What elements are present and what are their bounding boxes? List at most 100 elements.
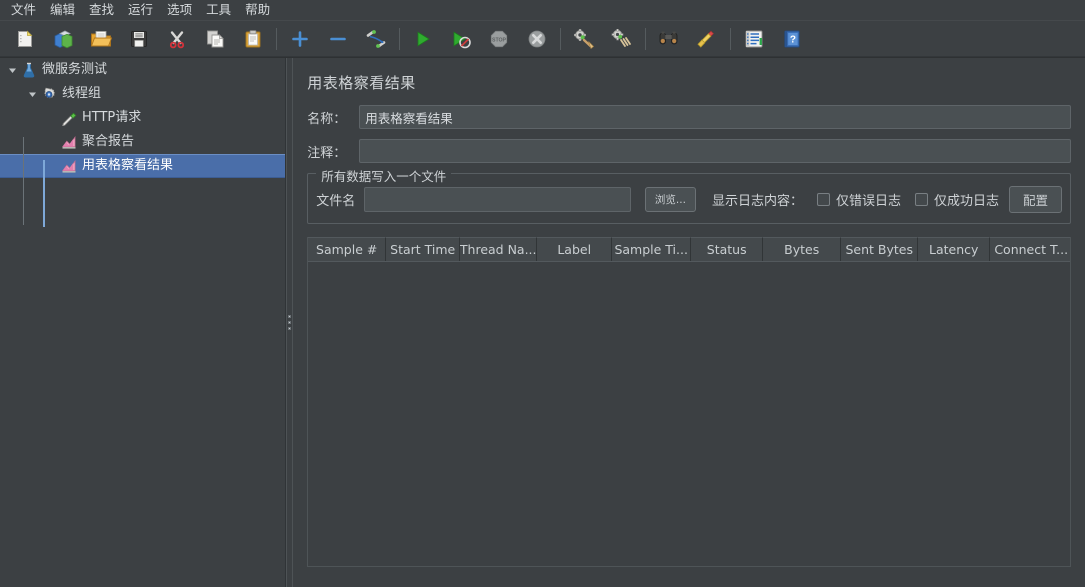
templates-icon [53,29,74,49]
toolbar-reset-search[interactable] [694,26,720,52]
clear-icon [573,29,595,49]
success-only-checkbox[interactable]: 仅成功日志 [914,190,999,209]
tree-node-thread-group[interactable]: 线程组 [0,82,285,106]
menu-tools[interactable]: 工具 [199,1,238,20]
toolbar-cut[interactable] [164,26,190,52]
tree-node-label: 线程组 [62,86,102,101]
toolbar-start-no-pauses[interactable] [448,26,474,52]
toolbar-paste[interactable] [240,26,266,52]
thread-group-gear-icon [40,86,57,103]
menu-edit[interactable]: 编辑 [43,1,82,20]
report-chart-icon [60,134,77,151]
plus-icon [290,29,310,49]
toolbar-help[interactable]: ? [779,26,805,52]
main-area: 微服务测试 线程组 HTTP请求 聚合报告 用表格察看结果 用表格察看结果 名称… [0,58,1085,587]
open-folder-icon [90,29,112,49]
column-header[interactable]: Bytes [763,237,842,261]
results-table-header: Sample # Start Time Thread Na... Label Sampl… [308,237,1071,262]
tree-node-label: HTTP请求 [82,110,142,125]
success-only-label: 仅成功日志 [933,194,999,209]
group-title: 所有数据写入一个文件 [316,166,452,185]
errors-only-checkbox[interactable]: 仅错误日志 [816,190,901,209]
toolbar-clear[interactable] [571,26,597,52]
menu-options[interactable]: 选项 [160,1,199,20]
column-header[interactable]: Connect T... [990,237,1071,261]
errors-only-label: 仅错误日志 [835,194,901,209]
toolbar-stop[interactable]: STOP [486,26,512,52]
column-header[interactable]: Sent Bytes [841,237,919,261]
browse-button[interactable]: 浏览... [644,187,696,212]
copy-icon [205,29,225,49]
test-plan-icon [20,62,37,79]
column-header[interactable]: Label [537,237,613,261]
comment-input[interactable] [359,139,1071,163]
toolbar-clear-all[interactable] [609,26,635,52]
toolbar-start[interactable] [410,26,436,52]
column-header[interactable]: Sample # [308,237,387,261]
name-input[interactable] [359,105,1071,129]
toolbar-function-helper[interactable] [741,26,767,52]
tree-node-label: 用表格察看结果 [82,158,174,173]
menu-run[interactable]: 运行 [121,1,160,20]
checkbox-box-icon [914,193,928,206]
tree-twisty-empty [44,155,60,177]
svg-text:?: ? [790,35,796,46]
toolbar-save[interactable] [126,26,152,52]
panel-splitter[interactable] [286,58,294,587]
search-binoculars-icon [658,29,680,49]
filename-input[interactable] [364,187,631,212]
filename-row: 文件名 浏览... 显示日志内容： 仅错误日志 仅成功日志 配置 [316,186,1062,213]
svg-text:STOP: STOP [492,37,507,43]
configure-button[interactable]: 配置 [1008,186,1062,213]
toolbar-collapse-all[interactable] [325,26,351,52]
results-table: Sample # Start Time Thread Na... Label Sampl… [307,237,1071,567]
toolbar-separator [399,28,400,50]
tree-node-label: 聚合报告 [82,134,135,149]
results-table-body[interactable] [308,262,1070,566]
tree-node-aggregate-report[interactable]: 聚合报告 [0,130,285,154]
function-helper-icon [744,29,764,49]
reset-search-broom-icon [697,29,717,49]
toolbar-toggle[interactable] [363,26,389,52]
tree-node-test-plan[interactable]: 微服务测试 [0,58,285,82]
toolbar-separator [560,28,561,50]
toolbar-templates[interactable] [50,26,76,52]
log-display-label: 显示日志内容： [711,194,803,209]
column-header[interactable]: Latency [918,237,991,261]
column-header[interactable]: Sample Ti... [612,237,692,261]
column-header[interactable]: Start Time [386,237,461,261]
chevron-down-icon[interactable] [4,58,20,82]
play-start-icon [413,29,433,49]
menu-file[interactable]: 文件 [4,1,43,20]
name-label: 名称： [307,111,347,127]
chevron-down-icon[interactable] [24,82,40,106]
checkbox-box-icon [816,193,830,206]
paste-clipboard-icon [243,29,263,49]
test-plan-tree[interactable]: 微服务测试 线程组 HTTP请求 聚合报告 用表格察看结果 [0,58,287,587]
comment-label: 注释： [307,145,347,161]
column-header[interactable]: Thread Na... [460,237,538,261]
tree-twisty-empty [44,130,60,154]
view-results-in-table-panel: 用表格察看结果 名称： 注释： 所有数据写入一个文件 文件名 浏览... 显示日… [293,58,1085,587]
tree-node-label: 微服务测试 [42,62,108,77]
tree-node-http-request[interactable]: HTTP请求 [0,106,285,130]
toolbar-separator [276,28,277,50]
column-header[interactable]: Status [691,237,764,261]
page-title: 用表格察看结果 [307,74,416,92]
help-book-icon: ? [782,29,802,49]
cut-scissors-icon [167,29,187,49]
new-document-icon [15,29,35,49]
toolbar-copy[interactable] [202,26,228,52]
menu-help[interactable]: 帮助 [238,1,277,20]
toolbar-new[interactable] [12,26,38,52]
toolbar-shutdown[interactable] [524,26,550,52]
toolbar-separator [645,28,646,50]
toolbar-search[interactable] [656,26,682,52]
splitter-grip-icon [288,315,292,330]
shutdown-icon [527,29,547,49]
stop-icon: STOP [489,29,509,49]
menu-search[interactable]: 查找 [82,1,121,20]
toolbar-expand-all[interactable] [287,26,313,52]
toolbar-open[interactable] [88,26,114,52]
minus-icon [328,29,348,49]
